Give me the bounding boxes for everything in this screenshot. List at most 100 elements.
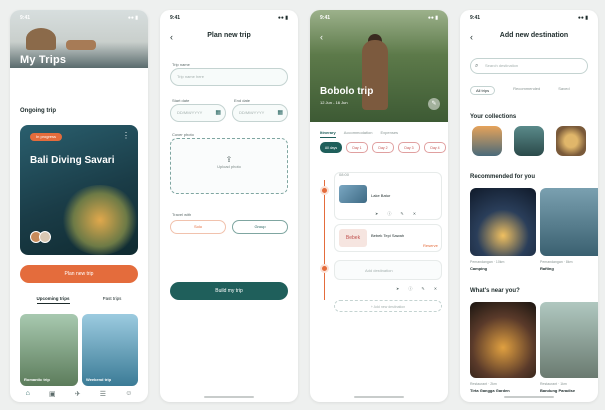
- page-title: My Trips: [20, 54, 67, 66]
- tab-recommended[interactable]: Recommended: [513, 86, 540, 95]
- trip-dates: 12 Jun - 16 Jun: [320, 100, 348, 105]
- more-icon[interactable]: ⋮: [122, 131, 130, 140]
- destination-meta: Pemandangan · 10km: [470, 260, 505, 264]
- map-icon[interactable]: ✈: [75, 390, 81, 398]
- trip-name: Bali Diving Savari: [30, 155, 115, 166]
- start-date-input[interactable]: DD/MM/YYYY ▦: [170, 104, 226, 122]
- ongoing-trip-card[interactable]: In progress ⋮ Bali Diving Savari: [20, 125, 138, 255]
- collection-thumbnail[interactable]: [514, 126, 544, 156]
- user-icon[interactable]: ☺: [125, 390, 132, 398]
- nearby-card[interactable]: [540, 302, 598, 378]
- hero-hat-shape: [26, 28, 56, 50]
- solo-option[interactable]: Solo: [170, 220, 226, 234]
- bag-icon[interactable]: ▣: [49, 390, 56, 398]
- page-title: Bobolo trip: [320, 86, 374, 97]
- navigate-icon[interactable]: ➤: [375, 211, 378, 217]
- chip-day[interactable]: Day 1: [346, 142, 368, 153]
- item-thumbnail: [339, 185, 367, 203]
- trip-tabs: Upcoming trips Past trips: [20, 296, 138, 304]
- phone-trip-detail: 9:41 ●● ▮ ‹ Bobolo trip 12 Jun - 16 Jun ✎…: [310, 10, 448, 402]
- cover-photo-label: Cover photo: [172, 132, 194, 137]
- add-destination-field[interactable]: Add destination: [334, 260, 442, 280]
- status-bar: 9:41 ●● ▮: [320, 15, 438, 23]
- delete-icon[interactable]: ✕: [413, 211, 416, 217]
- navigate-icon[interactable]: ➤: [396, 286, 399, 292]
- tab-saved[interactable]: Saved: [558, 86, 569, 95]
- item-time: 08:00: [339, 172, 350, 177]
- edit-icon[interactable]: ✎: [428, 98, 440, 110]
- status-bar: 9:41 ●● ▮: [170, 15, 288, 23]
- destination-tabs: All trips Recommended Saved: [470, 86, 570, 95]
- info-icon[interactable]: ⓘ: [408, 286, 412, 292]
- end-date-input[interactable]: DD/MM/YYYY ▦: [232, 104, 288, 122]
- nearby-name: Tirta Gangga Garden: [470, 388, 510, 393]
- day-chips: All days Day 1 Day 2 Day 3 Day 4: [320, 142, 446, 153]
- photo-upload-area[interactable]: ⇪ Upload photo: [170, 138, 288, 194]
- chip-day[interactable]: Day 3: [398, 142, 420, 153]
- search-icon: ⌕: [475, 63, 479, 69]
- build-trip-button[interactable]: Build my trip: [170, 282, 288, 300]
- nearby-meta: Restaurant · 1km: [540, 382, 567, 386]
- tab-all[interactable]: All trips: [470, 86, 496, 95]
- tab-itinerary[interactable]: Itinerary: [320, 130, 336, 138]
- nearby-name: Bandung Paradise: [540, 388, 576, 393]
- nearby-card[interactable]: [470, 302, 536, 378]
- back-icon[interactable]: ‹: [320, 32, 323, 42]
- add-destination-placeholder: Add destination: [365, 268, 393, 273]
- book-icon[interactable]: ☰: [100, 390, 106, 398]
- timeline-line: [324, 180, 325, 300]
- tab-past[interactable]: Past trips: [103, 296, 122, 304]
- status-time: 9:41: [170, 15, 181, 21]
- destination-card[interactable]: [470, 188, 536, 256]
- collections-label: Your collections: [470, 114, 517, 120]
- plan-new-trip-button[interactable]: Plan new trip: [20, 265, 138, 283]
- nearby-meta: Restaurant · 2km: [470, 382, 497, 386]
- trip-card-caption: Weekend trip: [86, 377, 112, 382]
- avatar: [39, 231, 51, 243]
- tab-upcoming[interactable]: Upcoming trips: [36, 296, 70, 304]
- timeline-dot: [320, 264, 329, 273]
- avatar-group: [30, 231, 51, 243]
- search-input[interactable]: ⌕ Search destination: [470, 58, 588, 74]
- chip-day[interactable]: Day 4: [424, 142, 446, 153]
- home-indicator: [204, 396, 254, 398]
- itinerary-item[interactable]: 08:00 Lake Batur ➤ ⓘ ✎ ✕: [334, 172, 442, 220]
- destination-card[interactable]: [540, 188, 598, 256]
- trip-name-input[interactable]: Trip name here: [170, 68, 288, 86]
- recommended-label: Recommended for you: [470, 174, 536, 180]
- trip-card[interactable]: Weekend trip: [82, 314, 138, 386]
- chip-day[interactable]: Day 2: [372, 142, 394, 153]
- status-time: 9:41: [470, 15, 481, 21]
- note-icon[interactable]: ✎: [400, 211, 403, 217]
- status-icons: ●● ▮: [127, 15, 138, 21]
- chip-all-days[interactable]: All days: [320, 142, 342, 153]
- home-indicator: [354, 396, 404, 398]
- restaurant-logo: Bebek: [339, 229, 367, 247]
- timeline-dot: [320, 186, 329, 195]
- destination-name: Camping: [470, 266, 488, 271]
- calendar-icon: ▦: [215, 110, 221, 116]
- home-icon[interactable]: ⌂: [26, 390, 30, 398]
- destination-name: Rafting: [540, 266, 554, 271]
- status-time: 9:41: [20, 15, 31, 21]
- status-icons: ●● ▮: [277, 15, 288, 21]
- tab-expenses[interactable]: Expenses: [380, 130, 398, 138]
- collection-thumbnail[interactable]: [556, 126, 586, 156]
- upload-text: Upload photo: [217, 164, 241, 169]
- page-title: Add new destination: [499, 32, 569, 39]
- note-icon[interactable]: ✎: [421, 286, 424, 292]
- upload-icon: ⇪: [225, 155, 233, 164]
- reserve-link[interactable]: Reserve: [423, 243, 438, 248]
- design-canvas: 9:41 ●● ▮ My Trips Ongoing trip In progre…: [0, 0, 605, 410]
- start-date-label: Start date: [172, 98, 190, 103]
- tab-accommodation[interactable]: Accommodation: [344, 130, 373, 138]
- item-actions: ➤ ⓘ ✎ ✕: [375, 211, 416, 217]
- delete-icon[interactable]: ✕: [434, 286, 437, 292]
- add-destination-button[interactable]: + Add new destination: [334, 300, 442, 312]
- itinerary-item[interactable]: Bebek Bebek Tepi Sawah Reserve: [334, 224, 442, 252]
- hero-bag-shape: [66, 40, 96, 50]
- collection-thumbnail[interactable]: [472, 126, 502, 156]
- info-icon[interactable]: ⓘ: [387, 211, 391, 217]
- trip-card[interactable]: Romantic trip: [20, 314, 78, 386]
- group-option[interactable]: Group: [232, 220, 288, 234]
